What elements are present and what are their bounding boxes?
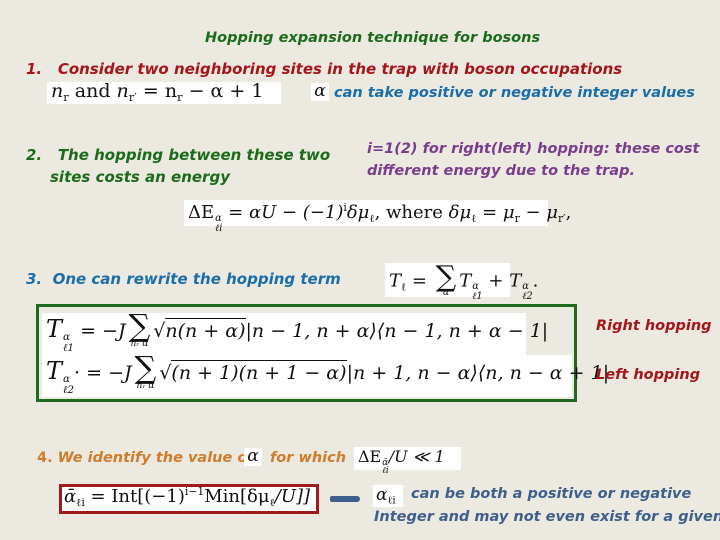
sum-glyph: ∑	[128, 309, 151, 344]
eq-token: .	[532, 270, 539, 292]
hopping-term-equation: Tℓ = ∑ α Tα ℓ1 + Tα ℓ2.	[385, 259, 538, 302]
eq-sub: r′	[128, 89, 137, 104]
eq-supsub: α ℓ1	[472, 282, 482, 302]
energy-cost-equation: ΔE α ℓi = αU − (−1)iδμℓ, where δμℓ = μr − …	[184, 200, 571, 233]
item-2-line-1: 2. The hopping between these two	[26, 144, 330, 166]
item-2-text: The hopping between these two	[57, 146, 331, 164]
eq-sub: r′	[558, 211, 566, 225]
item-4-text-after: for which	[270, 450, 347, 466]
eq-sub: ℓ1	[472, 291, 483, 303]
eq-token: , where	[374, 202, 449, 224]
eq-supsub: α ℓ2	[522, 282, 532, 302]
eq-token: T	[459, 270, 472, 292]
occupation-equation: nr and nr′ = nr − α + 1	[47, 82, 281, 104]
eq-token: + T	[482, 270, 522, 292]
eq-token: δμ	[448, 202, 472, 224]
sum-index: α	[442, 288, 450, 299]
eq-supsub: α ℓ1	[63, 332, 74, 353]
eq-token: Min[δμ	[204, 486, 270, 508]
sum-operator: ∑ nᵣ α	[134, 351, 157, 392]
right-hopping-label: Right hopping	[596, 318, 712, 334]
alpha-symbol: α	[244, 448, 262, 466]
eq-token: = −J	[86, 362, 132, 385]
item-3: 3. One can rewrite the hopping term	[26, 270, 341, 288]
sqrt-body: n(n + α)	[165, 318, 246, 343]
eq-sup: i−1	[184, 485, 205, 498]
slide-title: Hopping expansion technique for bosons	[205, 30, 541, 46]
sum-index: nᵣ α	[130, 339, 149, 350]
item-1: 1. Consider two neighboring sites in the…	[26, 60, 622, 78]
eq-token: T	[46, 315, 63, 344]
left-hopping-label: Left hopping	[596, 367, 701, 383]
eq-token: ᾱ	[64, 486, 77, 508]
alpha-glyph: α	[314, 81, 326, 101]
eq-token: = μ	[476, 202, 515, 224]
item-3-text: One can rewrite the hopping term	[52, 270, 341, 288]
eq-token: δμ	[346, 202, 370, 224]
item-3-number: 3.	[26, 270, 43, 288]
eq-token: n	[116, 80, 129, 102]
eq-token: |n − 1, n + α⟩⟨n − 1, n + α − 1|	[245, 320, 549, 343]
eq-token: n	[51, 80, 64, 102]
eq-token: − α + 1	[182, 80, 264, 102]
alpha-glyph: α	[247, 446, 259, 466]
eq-token: and	[74, 80, 111, 102]
eq-supsub: α ℓ2	[63, 374, 74, 395]
sqrt-body: (n + 1)(n + 1 − α)	[171, 360, 347, 385]
note-line: i=1(2) for right(left) hopping: these co…	[367, 141, 700, 157]
item-2-line-2: sites costs an energy	[50, 168, 230, 186]
eq-token: = αU − (−1)	[228, 202, 344, 224]
hopping-index-note: i=1(2) for right(left) hopping: these co…	[367, 138, 699, 182]
note-line: different energy due to the trap.	[367, 163, 635, 179]
eq-token: ·	[74, 362, 81, 385]
eq-token: ΔE	[188, 202, 215, 224]
eq-token: (n + α)	[177, 320, 246, 343]
alpha-symbol: α	[311, 83, 329, 101]
eq-token: /U]]	[274, 486, 311, 508]
eq-sub: ℓi	[382, 466, 389, 477]
conclusion-line-2: Integer and may not even exist for a giv…	[374, 509, 720, 525]
eq-token: n	[165, 320, 178, 343]
item-4-text: We identify the value of	[57, 450, 254, 466]
sum-index: nᵣ α	[136, 381, 155, 392]
right-hopping-equation: Tα ℓ1 = −J ∑ nᵣ α √n(n + α)|n − 1, n + α⟩⟨n …	[42, 309, 548, 355]
conclusion-line-1: can be both a positive or negative	[411, 486, 692, 502]
item-4: 4. We identify the value of	[37, 450, 254, 466]
alpha-li-symbol: αℓi	[373, 485, 403, 507]
sum-glyph: ∑	[435, 259, 457, 293]
item-2: 2. The hopping between these two sites c…	[26, 144, 330, 188]
eq-token: T	[46, 357, 63, 386]
eq-token: |n + 1, n − α⟩⟨n, n − α + 1|	[346, 362, 610, 385]
eq-sub: ℓi	[387, 495, 396, 507]
eq-token: = n	[142, 80, 178, 102]
eq-token: α	[376, 485, 388, 505]
eq-token: − μ	[519, 202, 558, 224]
eq-sub: ℓi	[215, 222, 223, 234]
alpha-note: can take positive or negative integer va…	[334, 85, 695, 101]
sum-operator: ∑ α	[435, 259, 457, 299]
eq-token: ΔE	[358, 447, 382, 466]
item-1-text: Consider two neighboring sites in the tr…	[57, 60, 623, 78]
eq-token: ,	[565, 202, 572, 224]
eq-token: /U ≪ 1	[388, 447, 445, 466]
eq-sub: ℓi	[76, 495, 85, 509]
sum-glyph: ∑	[134, 351, 157, 386]
condition-equation: ΔE ᾱ ℓi/U ≪ 1	[354, 447, 461, 476]
arrow-icon	[330, 496, 360, 502]
left-hopping-equation: Tα ℓ2 · = −J ∑ nᵣ α √(n + 1)(n + 1 − α)|n + 1…	[42, 351, 609, 397]
item-1-number: 1.	[26, 60, 43, 78]
eq-token: = Int[(−1)	[84, 486, 185, 508]
eq-token: = −J	[80, 320, 126, 343]
eq-sub: ℓ2	[63, 383, 75, 396]
eq-token: T	[389, 270, 402, 292]
item-2-number: 2.	[26, 146, 43, 164]
eq-sub: ℓ1	[63, 341, 75, 354]
sum-operator: ∑ nᵣ α	[128, 309, 151, 350]
eq-sub: r	[63, 89, 69, 104]
item-4-number: 4.	[37, 450, 53, 466]
eq-sub: ℓ2	[522, 291, 533, 303]
eq-supsub: α ℓi	[215, 214, 222, 234]
eq-token: =	[406, 270, 433, 292]
alpha-bar-equation: ᾱℓi = Int[(−1)i−1Min[δμℓ/U]]	[64, 485, 311, 509]
